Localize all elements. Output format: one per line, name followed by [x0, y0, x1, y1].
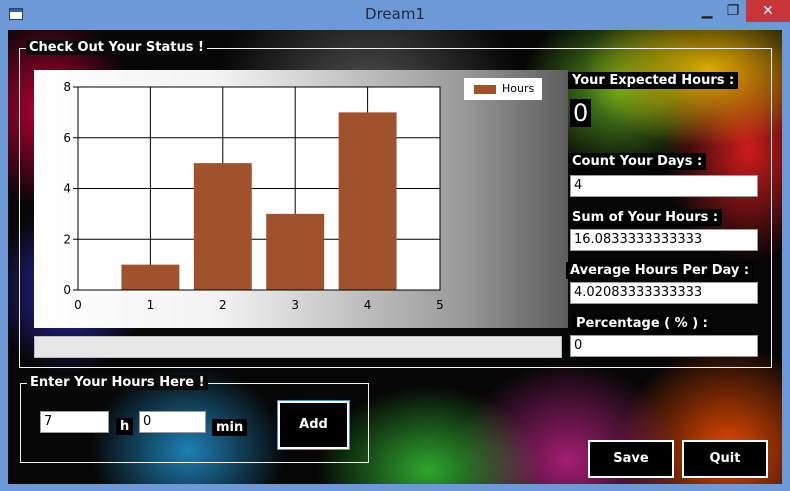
app-window: Dream1 ▁ ❐ ✕ Check Out Your Status ! 0 1 2…	[0, 0, 790, 491]
add-button[interactable]: Add	[277, 400, 350, 450]
expected-hours-value: 0	[570, 99, 592, 127]
y-tick-label: 8	[63, 80, 71, 94]
entry-group-label: Enter Your Hours Here !	[27, 375, 208, 390]
x-tick-label: 5	[436, 298, 444, 312]
y-tick-label: 2	[63, 232, 71, 246]
status-group-label: Check Out Your Status !	[26, 40, 207, 55]
average-hours-label: Average Hours Per Day :	[566, 262, 754, 279]
y-tick-label: 4	[63, 182, 71, 196]
window-title: Dream1	[365, 5, 425, 23]
average-hours-field[interactable]: 4.02083333333333	[570, 282, 758, 304]
quit-button[interactable]: Quit	[682, 440, 768, 478]
x-tick-label: 3	[291, 298, 299, 312]
sum-hours-label: Sum of Your Hours :	[568, 209, 723, 226]
hours-unit-label: h	[116, 418, 134, 435]
legend-label-hours: Hours	[502, 82, 535, 95]
hours-input[interactable]: 7	[40, 411, 109, 433]
percentage-field[interactable]: 0	[570, 335, 758, 357]
hours-chart: 0 1 2 3 4 5 0 2 4 6 8 Hours	[34, 70, 568, 328]
days-label: Count Your Days :	[568, 153, 707, 170]
save-button[interactable]: Save	[588, 440, 674, 478]
chart-legend: Hours	[464, 78, 542, 100]
close-button[interactable]: ✕	[746, 0, 790, 22]
y-tick-label: 6	[63, 131, 71, 145]
expected-hours-label: Your Expected Hours :	[568, 72, 739, 89]
days-field[interactable]: 4	[570, 175, 758, 197]
sum-hours-field[interactable]: 16.0833333333333	[570, 229, 758, 251]
percentage-label: Percentage ( % ) :	[572, 315, 712, 332]
x-tick-label: 4	[364, 298, 372, 312]
bar-hours-3	[266, 213, 325, 290]
chart-plot: 0 1 2 3 4 5 0 2 4 6 8	[63, 80, 444, 312]
legend-swatch-hours	[474, 85, 496, 94]
minutes-input[interactable]: 0	[139, 411, 206, 433]
x-tick-label: 0	[74, 298, 82, 312]
bar-hours-2	[193, 163, 252, 290]
x-tick-label: 1	[147, 298, 155, 312]
minutes-unit-label: min	[212, 419, 248, 436]
maximize-button[interactable]: ❐	[720, 0, 746, 22]
title-bar[interactable]: Dream1 ▁ ❐ ✕	[0, 0, 790, 30]
client-area: Check Out Your Status ! 0 1 2 3 4 5 0 2 4 6 8 Hour…	[8, 30, 782, 484]
progress-bar	[34, 336, 562, 358]
bar-hours-4	[338, 112, 397, 290]
bar-hours-1	[121, 264, 180, 290]
x-tick-label: 2	[219, 298, 227, 312]
y-tick-label: 0	[63, 283, 71, 297]
minimize-button[interactable]: ▁	[694, 0, 720, 22]
